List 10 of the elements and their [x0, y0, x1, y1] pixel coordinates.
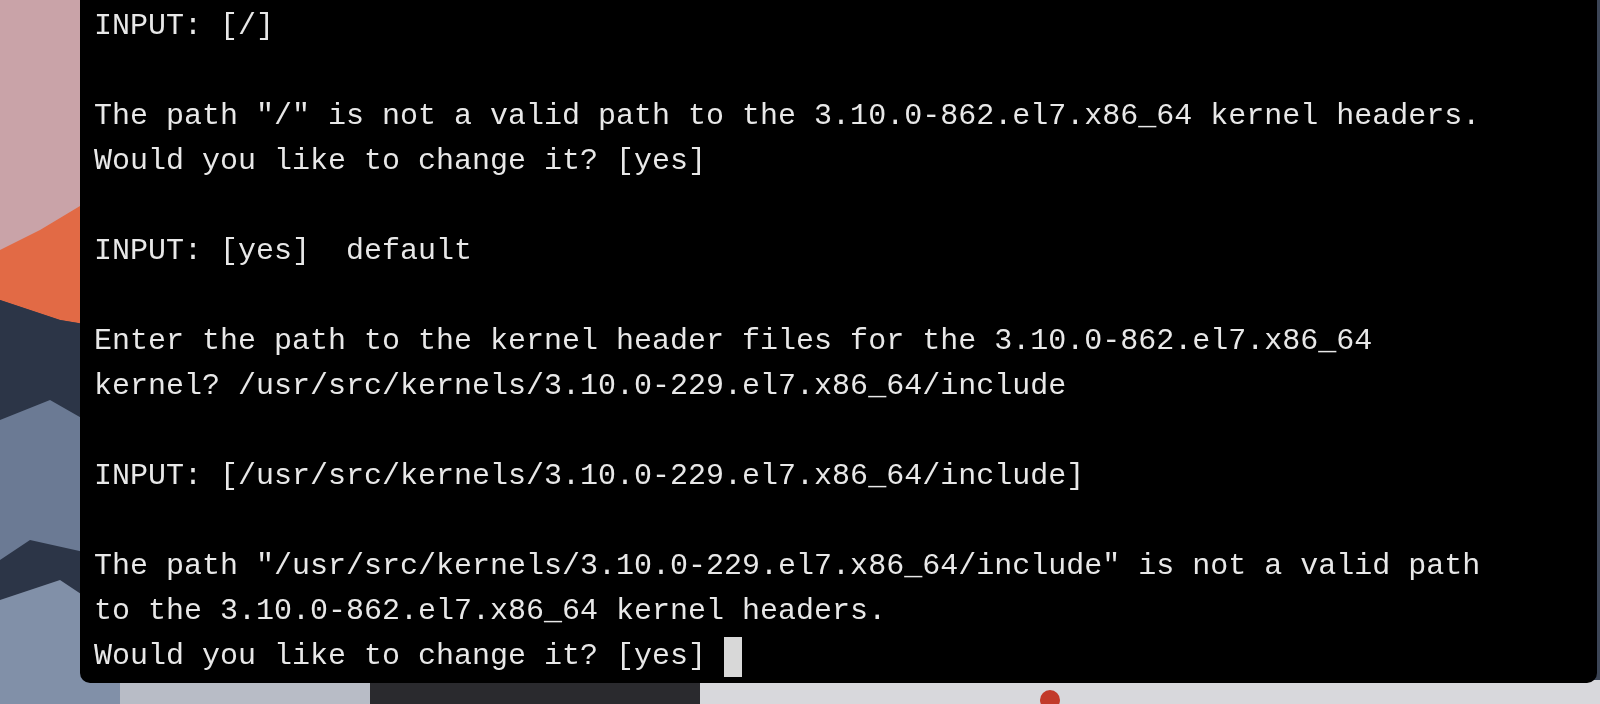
terminal-line: INPUT: [/usr/src/kernels/3.10.0-229.el7.x86_64/include] [94, 458, 1085, 495]
terminal-line: Would you like to change it? [yes] [94, 143, 707, 180]
terminal-line: The path "/" is not a valid path to the 3.10.0-862.el7.x86_64 kernel headers. [94, 98, 1481, 135]
terminal-line: Would you like to change it? [yes] [94, 638, 707, 675]
terminal-line: kernel? /usr/src/kernels/3.10.0-229.el7.x86_64/include [94, 368, 1067, 405]
terminal-line: INPUT: [/] [94, 8, 275, 45]
terminal-line: The path "/usr/src/kernels/3.10.0-229.el7.x86_64/include" is not a valid path [94, 548, 1481, 585]
terminal-line: Enter the path to the kernel header files for the 3.10.0-862.el7.x86_64 [94, 323, 1373, 360]
terminal-line: INPUT: [yes] default [94, 233, 473, 270]
terminal-line: to the 3.10.0-862.el7.x86_64 kernel headers. [94, 593, 887, 630]
